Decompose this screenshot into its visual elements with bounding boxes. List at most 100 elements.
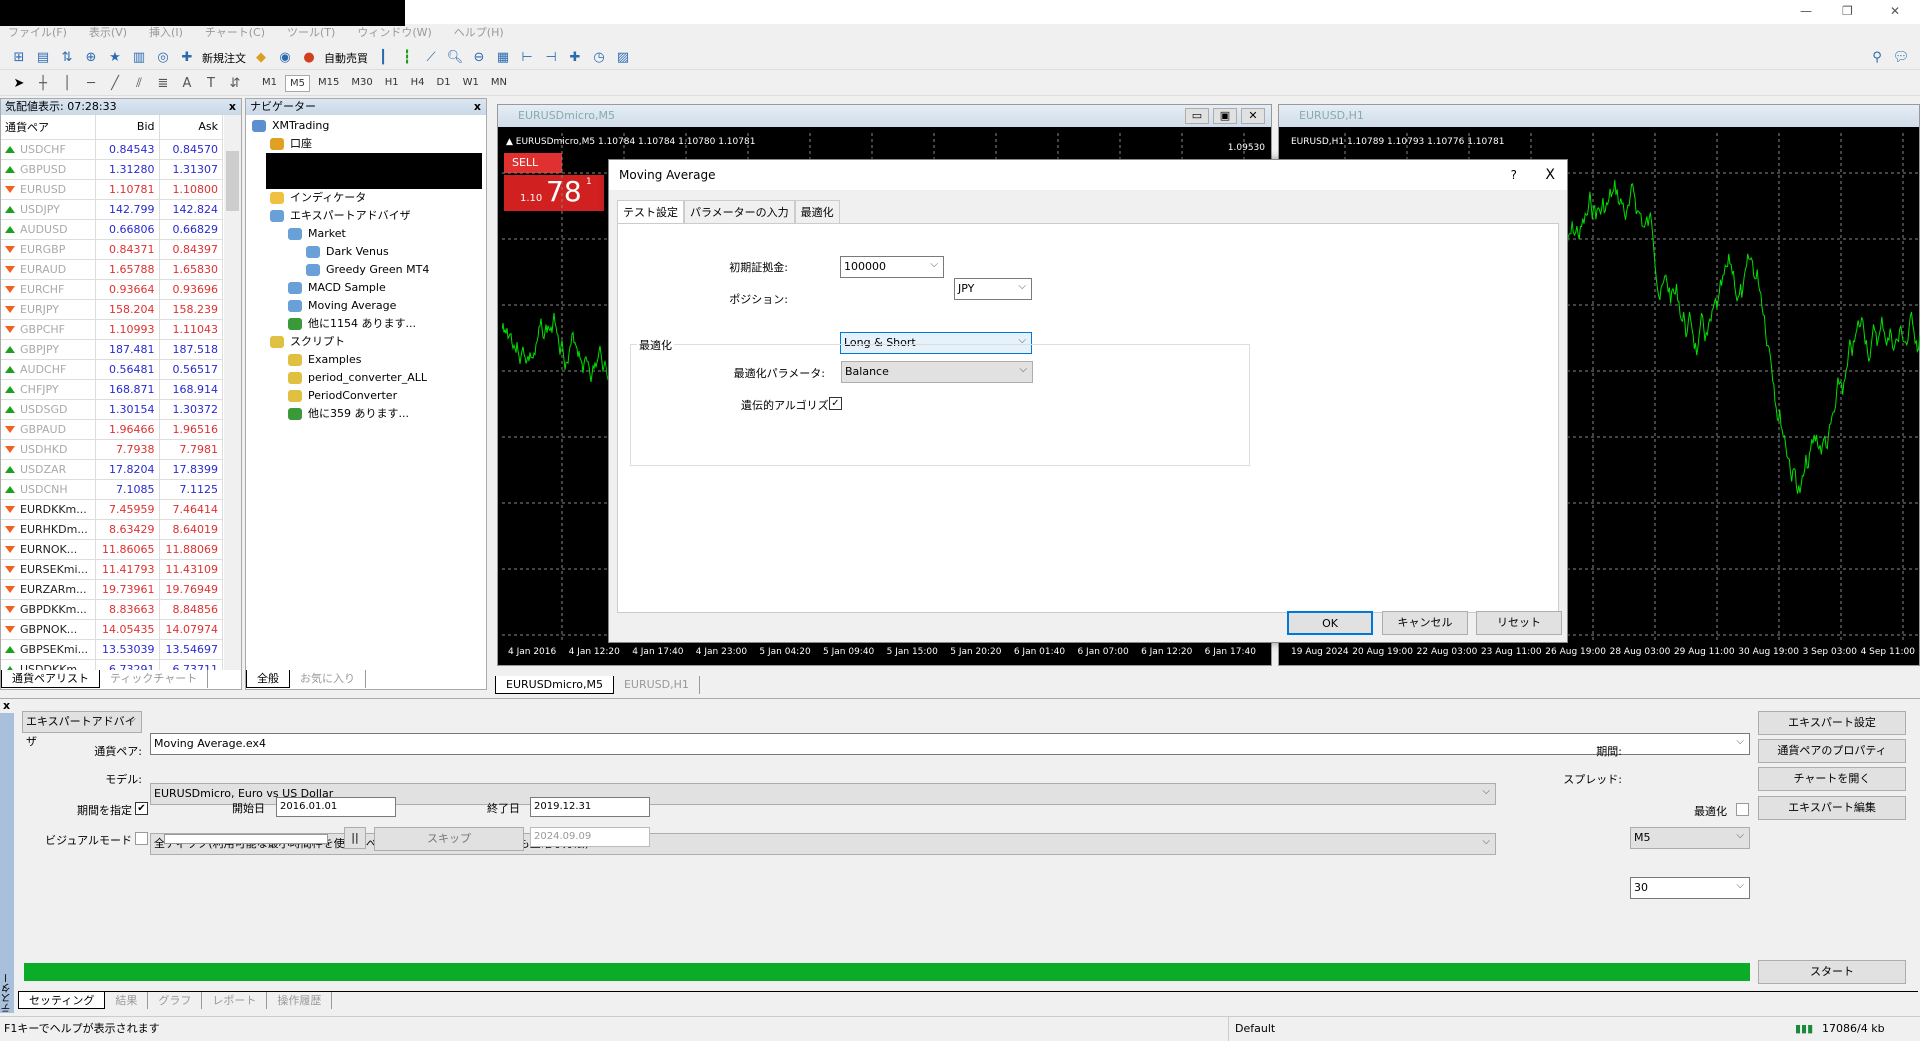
cancel-button[interactable]: キャンセル (1382, 611, 1468, 635)
currency-select[interactable]: JPY (954, 277, 1032, 300)
table-row[interactable]: GBPJPY 187.481 187.518 (1, 339, 224, 360)
start-button[interactable]: スタート (1758, 960, 1906, 984)
auto-trading-button[interactable]: 自動売買 (324, 50, 368, 66)
close-icon[interactable]: x (3, 699, 10, 712)
table-row[interactable]: EURZARm... 19.73961 19.76949 (1, 579, 224, 600)
period-select[interactable]: M5 (1630, 826, 1750, 849)
minimize-button[interactable]: — (1800, 4, 1812, 18)
text-label-icon[interactable]: T (202, 75, 220, 93)
chat-icon[interactable]: 💬︎ (1892, 49, 1910, 67)
menu-item[interactable]: 表示(V) (89, 24, 127, 42)
tab-item[interactable]: 全般 (246, 670, 290, 688)
table-row[interactable]: EURAUD 1.65788 1.65830 (1, 259, 224, 280)
close-icon[interactable]: x (474, 99, 481, 115)
close-icon[interactable]: x (229, 99, 236, 115)
timeframe-m1[interactable]: M1 (258, 75, 281, 92)
table-row[interactable]: USDCHF 0.84543 0.84570 (1, 139, 224, 160)
tab-item[interactable]: ティックチャート (100, 670, 209, 688)
table-row[interactable]: USDZAR 17.8204 17.8399 (1, 459, 224, 480)
tile-windows-icon[interactable]: ▦ (494, 49, 512, 67)
table-row[interactable]: GBPSEKmi... 13.53039 13.54697 (1, 639, 224, 660)
visual-mode-checkbox[interactable] (135, 832, 148, 845)
table-row[interactable]: GBPNOK... 14.05435 14.07974 (1, 619, 224, 640)
use-date-checkbox[interactable]: ✔ (135, 802, 148, 815)
table-row[interactable]: USDSGD 1.30154 1.30372 (1, 399, 224, 420)
profiles-icon[interactable]: ▤ (34, 49, 52, 67)
line-chart-icon[interactable]: ⟋ (422, 49, 440, 67)
table-row[interactable]: EURCHF 0.93664 0.93696 (1, 279, 224, 300)
optimize-checkbox[interactable] (1736, 803, 1749, 816)
chart-close-button[interactable]: ✕ (1241, 108, 1265, 124)
tab-item[interactable]: EURUSD,H1 (614, 676, 700, 694)
tree-item[interactable]: Examples (246, 351, 486, 369)
timeframe-m15[interactable]: M15 (314, 75, 343, 92)
table-row[interactable]: USDDKKm... 6.73291 6.73711 (1, 659, 224, 670)
table-row[interactable]: GBPCHF 1.10993 1.11043 (1, 319, 224, 340)
dialog-tab[interactable]: パラメーターの入力 (684, 200, 795, 223)
auto-trading-icon[interactable]: ● (300, 49, 318, 67)
crosshair-tool-icon[interactable]: ┼ (34, 75, 52, 93)
menu-item[interactable]: ウィンドウ(W) (357, 24, 431, 42)
tree-item[interactable]: スクリプト (246, 333, 486, 351)
fibonacci-icon[interactable]: ≣ (154, 75, 172, 93)
bar-chart-icon[interactable]: ┃ (374, 49, 392, 67)
trendline-icon[interactable]: ╱ (106, 75, 124, 93)
candle-chart-icon[interactable]: ┇ (398, 49, 416, 67)
skip-button[interactable]: スキップ (374, 827, 524, 851)
tab-item[interactable]: 結果 (105, 992, 149, 1009)
tester-icon[interactable]: ◎ (154, 49, 172, 67)
tab-item[interactable]: グラフ (148, 992, 203, 1009)
tree-item[interactable]: MACD Sample (246, 279, 486, 297)
timeframe-m30[interactable]: M30 (347, 75, 376, 92)
reset-button[interactable]: リセット (1476, 611, 1562, 635)
timeframe-m5[interactable]: M5 (285, 75, 310, 92)
dialog-tab[interactable]: テスト設定 (617, 200, 684, 223)
help-button[interactable]: ? (1511, 160, 1517, 190)
table-row[interactable]: GBPUSD 1.31280 1.31307 (1, 159, 224, 180)
search-icon[interactable]: ⚲ (1868, 49, 1886, 67)
open-chart-button[interactable]: チャートを開く (1758, 767, 1906, 791)
tree-item[interactable]: 他に1154 あります... (246, 315, 486, 333)
menu-item[interactable]: ファイル(F) (8, 24, 67, 42)
col-bid[interactable]: Bid (95, 115, 160, 140)
table-row[interactable]: USDJPY 142.799 142.824 (1, 199, 224, 220)
ok-button[interactable]: OK (1287, 611, 1373, 635)
visual-speed-slider[interactable] (164, 834, 328, 844)
market-watch-icon[interactable]: ⇅ (58, 49, 76, 67)
menu-item[interactable]: ヘルプ(H) (454, 24, 504, 42)
tree-item[interactable]: PeriodConverter (246, 387, 486, 405)
tree-item[interactable]: XMTrading (246, 117, 486, 135)
chart-shift-icon[interactable]: ⊢ (518, 49, 536, 67)
horizontal-line-icon[interactable]: ─ (82, 75, 100, 93)
expert-settings-button[interactable]: エキスパート設定 (1758, 711, 1906, 735)
close-window-button[interactable]: ✕ (1890, 4, 1900, 18)
timeframe-h1[interactable]: H1 (381, 75, 403, 92)
equidistant-channel-icon[interactable]: ⫽ (130, 75, 148, 93)
deposit-select[interactable]: 100000 (840, 255, 944, 278)
chart-minimize-button[interactable]: ▭ (1185, 108, 1209, 124)
tree-item[interactable]: 他に359 あります... (246, 405, 486, 423)
zoom-in-icon[interactable]: 🔍︎ (446, 49, 464, 67)
periods-icon[interactable]: ◷ (590, 49, 608, 67)
col-symbol[interactable]: 通貨ペア (1, 115, 97, 140)
opt-param-select[interactable]: Balance (841, 360, 1033, 383)
navigator-icon[interactable]: ★ (106, 49, 124, 67)
table-row[interactable]: EURHKDm... 8.63429 8.64019 (1, 519, 224, 540)
scrollbar[interactable] (224, 115, 241, 670)
tree-item[interactable]: Greedy Green MT4 (246, 261, 486, 279)
col-ask[interactable]: Ask (159, 115, 224, 140)
skip-date-input[interactable]: 2024.09.09 (530, 827, 650, 847)
tab-item[interactable]: EURUSDmicro,M5 (495, 676, 614, 694)
tree-item[interactable]: period_converter_ALL (246, 369, 486, 387)
table-row[interactable]: AUDCHF 0.56481 0.56517 (1, 359, 224, 380)
new-order-icon[interactable]: ✚ (178, 49, 196, 67)
tree-item[interactable]: エキスパートアドバイザ (246, 207, 486, 225)
signals-icon[interactable]: ◉ (276, 49, 294, 67)
tab-item[interactable]: 通貨ペアリスト (1, 670, 100, 688)
table-row[interactable]: USDCNH 7.1085 7.1125 (1, 479, 224, 500)
tab-item[interactable]: 操作履歴 (267, 992, 333, 1009)
tree-item[interactable]: Moving Average (246, 297, 486, 315)
edit-expert-button[interactable]: エキスパート編集 (1758, 796, 1906, 820)
tab-item[interactable]: お気に入り (290, 670, 366, 688)
table-row[interactable]: EURJPY 158.204 158.239 (1, 299, 224, 320)
